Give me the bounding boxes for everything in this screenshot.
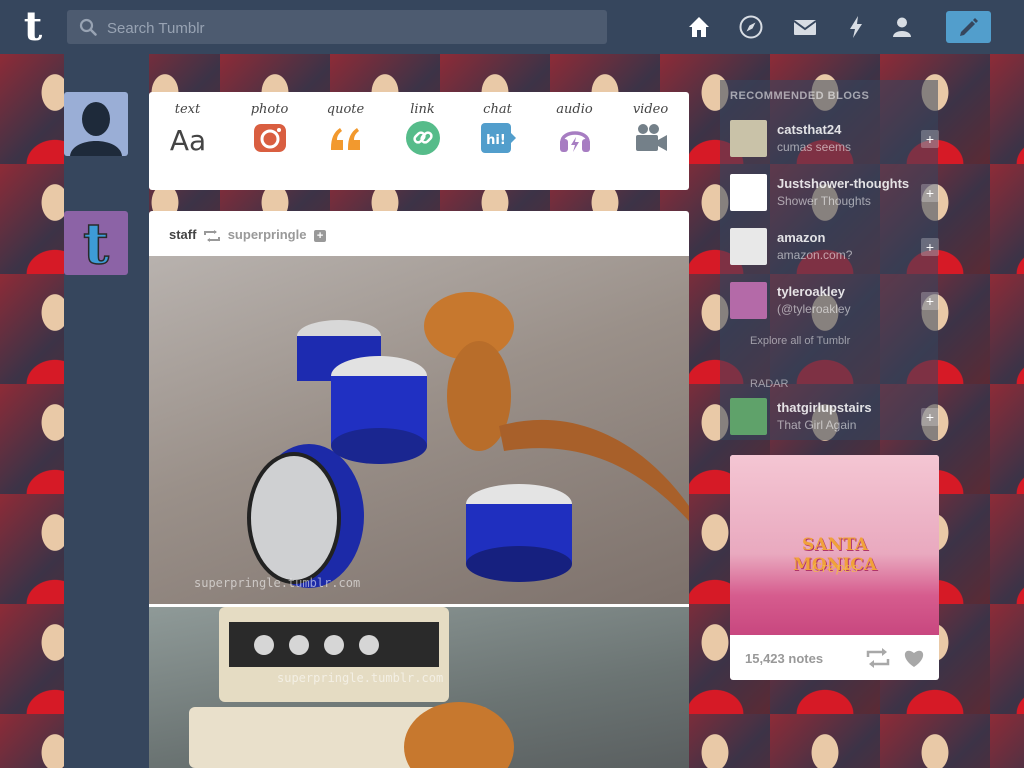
post-type-photo[interactable]: photo (231, 102, 308, 162)
blog-name: thatgirlupstairs (777, 400, 872, 415)
follow-plus-icon[interactable]: + (921, 238, 939, 256)
recommended-blog-item[interactable]: amazon amazon.com? + (730, 228, 939, 268)
radar-post-photo[interactable]: SANTA MONICA Crepes (730, 455, 939, 635)
text-aa-glyph: Aa (170, 124, 206, 156)
search-icon (79, 18, 97, 36)
post-type-text[interactable]: text Aa (149, 102, 226, 162)
post-type-label: video (632, 102, 669, 117)
chat-bubble-icon: hi! (480, 123, 516, 153)
reblog-icon[interactable] (866, 648, 890, 668)
recommended-blogs-panel: RECOMMENDED BLOGS catsthat24 cumas seems… (720, 80, 939, 440)
pencil-icon (960, 18, 978, 36)
text-aa-icon: Aa (170, 124, 206, 156)
amplifier-illustration (189, 607, 514, 768)
staff-blog-avatar[interactable]: t (64, 211, 128, 275)
blog-name: amazon (777, 230, 826, 245)
follow-plus-icon[interactable]: + (921, 130, 939, 148)
radar-notes-count[interactable]: 15,423 notes (745, 651, 823, 666)
account-person-icon[interactable] (889, 14, 915, 40)
recommended-blog-item[interactable]: thatgirlupstairs That Girl Again + (730, 398, 939, 438)
blog-avatar (730, 120, 767, 157)
recommended-blog-item[interactable]: tyleroakley (@tyleroakley + (730, 282, 939, 322)
blog-title: That Girl Again (777, 418, 857, 432)
top-navigation-bar: t (0, 0, 1024, 54)
tumblr-logo[interactable]: t (17, 7, 49, 47)
post-type-label: photo (250, 102, 289, 117)
post-type-selector: text Aa photo quote link chat hi! audio … (149, 92, 689, 190)
recommended-blog-item[interactable]: catsthat24 cumas seems + (730, 120, 939, 160)
post-author-link[interactable]: staff (169, 227, 196, 242)
radar-heading: RADAR (750, 378, 789, 390)
post-type-label: audio (556, 102, 593, 117)
activity-lightning-icon[interactable] (843, 14, 869, 40)
radar-photo-sign-sub: Crepes (811, 561, 859, 576)
post-type-video[interactable]: video (612, 102, 689, 162)
post-type-label: chat (483, 102, 512, 117)
user-avatar[interactable] (64, 92, 128, 156)
blog-avatar (730, 282, 767, 319)
video-camera-icon (635, 124, 667, 151)
blog-avatar (730, 174, 767, 211)
drum-kit-illustration (247, 292, 689, 588)
blog-title: Shower Thoughts (777, 194, 871, 208)
quote-marks-icon (330, 128, 360, 150)
dashboard-post: staff superpringle + superpringle.tumblr… (149, 211, 689, 768)
explore-all-link[interactable]: Explore all of Tumblr (750, 335, 850, 347)
follow-plus-icon[interactable]: + (921, 408, 939, 426)
camera-icon (253, 124, 286, 152)
home-icon[interactable] (686, 14, 712, 40)
tumblr-t-avatar-image: t (82, 211, 110, 275)
link-chain-icon (405, 121, 440, 155)
post-type-link[interactable]: link (384, 102, 461, 162)
blog-name: Justshower-thoughts (777, 176, 910, 191)
post-type-label: link (410, 102, 435, 117)
blog-title: cumas seems (777, 140, 852, 154)
follow-plus-icon[interactable]: + (921, 292, 939, 310)
blog-avatar (730, 228, 767, 265)
recommended-blog-item[interactable]: Justshower-thoughts Shower Thoughts + (730, 174, 939, 214)
reblog-icon (204, 229, 221, 242)
follow-plus-icon[interactable]: + (921, 184, 939, 202)
blog-name: catsthat24 (777, 122, 842, 137)
search-input[interactable] (105, 10, 589, 46)
blog-avatar (730, 398, 767, 435)
post-type-chat[interactable]: chat hi! (459, 102, 536, 162)
headphones-icon (559, 131, 590, 152)
post-photo-bearded-dragon-drums[interactable]: superpringle.tumblr.com (149, 256, 689, 604)
recommended-blogs-title: RECOMMENDED BLOGS (730, 90, 870, 102)
chat-hi-glyph: hi! (486, 133, 506, 148)
search-bar[interactable] (67, 10, 607, 46)
left-avatar-column (64, 54, 149, 768)
explore-compass-icon[interactable] (738, 14, 764, 40)
post-type-label: quote (326, 102, 365, 117)
blog-title: amazon.com? (777, 248, 853, 262)
post-header: staff superpringle + (169, 227, 327, 245)
heart-like-icon[interactable] (903, 648, 925, 668)
photo-watermark: superpringle.tumblr.com (277, 671, 444, 685)
post-source-link[interactable]: superpringle (228, 227, 307, 242)
inbox-envelope-icon[interactable] (792, 14, 818, 40)
post-type-audio[interactable]: audio (536, 102, 613, 162)
blog-name: tyleroakley (777, 284, 845, 299)
post-type-quote[interactable]: quote (307, 102, 384, 162)
compose-post-button[interactable] (946, 11, 991, 43)
follow-plus-icon[interactable]: + (314, 229, 327, 242)
photo-watermark: superpringle.tumblr.com (194, 576, 361, 590)
post-type-label: text (174, 102, 201, 117)
blog-title: (@tyleroakley (777, 302, 851, 316)
svg-text:t: t (83, 211, 109, 275)
radar-post-card: SANTA MONICA Crepes 15,423 notes (730, 455, 939, 680)
post-photo-bearded-dragon-amp[interactable]: superpringle.tumblr.com (149, 607, 689, 768)
silhouette-avatar-image (70, 102, 122, 156)
